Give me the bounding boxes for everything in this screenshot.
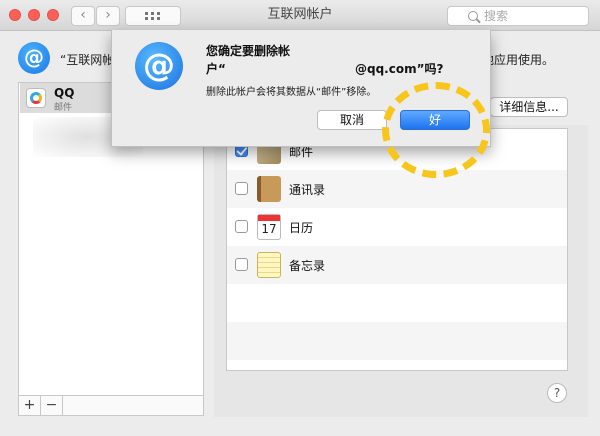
empty-row [227, 284, 567, 322]
qq-account-icon [26, 88, 46, 108]
details-button[interactable]: 详细信息... [490, 97, 568, 117]
list-item[interactable]: 17 日历 [227, 208, 567, 246]
account-subtitle: 邮件 [54, 103, 73, 113]
help-button[interactable]: ? [547, 383, 567, 403]
list-item[interactable]: 通讯录 [227, 170, 567, 208]
notes-checkbox[interactable] [235, 258, 248, 271]
notes-icon [257, 252, 281, 278]
internet-accounts-icon: @ [18, 42, 50, 74]
dialog-title-line2-end: @qq.com”吗? [355, 62, 444, 76]
calendar-checkbox[interactable] [235, 220, 248, 233]
highlight-annotation-circle [382, 82, 490, 178]
list-item[interactable]: 备忘录 [227, 246, 567, 284]
app-name: 备忘录 [289, 259, 326, 273]
preferences-window: ‹ › 互联网帐户 搜索 @ “互联网帐 他应用使用。 QQ 邮件 + − 详细… [0, 0, 600, 436]
apps-list: 邮件 通讯录 17 日历 备忘录 [226, 128, 568, 371]
dialog-message: 删除此帐户会将其数据从“邮件”移除。 [206, 87, 377, 98]
search-icon [468, 11, 478, 21]
add-account-button[interactable]: + [19, 396, 41, 415]
title-bar: ‹ › 互联网帐户 搜索 [0, 0, 600, 31]
contacts-checkbox[interactable] [235, 182, 248, 195]
app-name: 日历 [289, 221, 314, 235]
search-field[interactable]: 搜索 [447, 6, 589, 26]
app-name: 通讯录 [289, 183, 326, 197]
cancel-button[interactable]: 取消 [317, 110, 387, 130]
at-sign-icon: @ [135, 42, 183, 90]
empty-row [227, 322, 567, 360]
account-name: QQ [54, 86, 75, 100]
calendar-icon: 17 [257, 214, 281, 240]
calendar-header [258, 215, 280, 221]
contacts-book-icon [257, 176, 281, 202]
calendar-day: 17 [261, 222, 277, 236]
search-placeholder: 搜索 [484, 9, 509, 23]
dialog-title-line1: 您确定要删除帐 [206, 44, 291, 58]
pane-description-left: “互联网帐 [60, 53, 115, 67]
sidebar-bottom-bar: + − [18, 396, 204, 416]
remove-account-button[interactable]: − [41, 396, 63, 415]
pane-description-right: 他应用使用。 [482, 53, 555, 67]
dialog-title-line2-start: 户“ [206, 62, 226, 76]
